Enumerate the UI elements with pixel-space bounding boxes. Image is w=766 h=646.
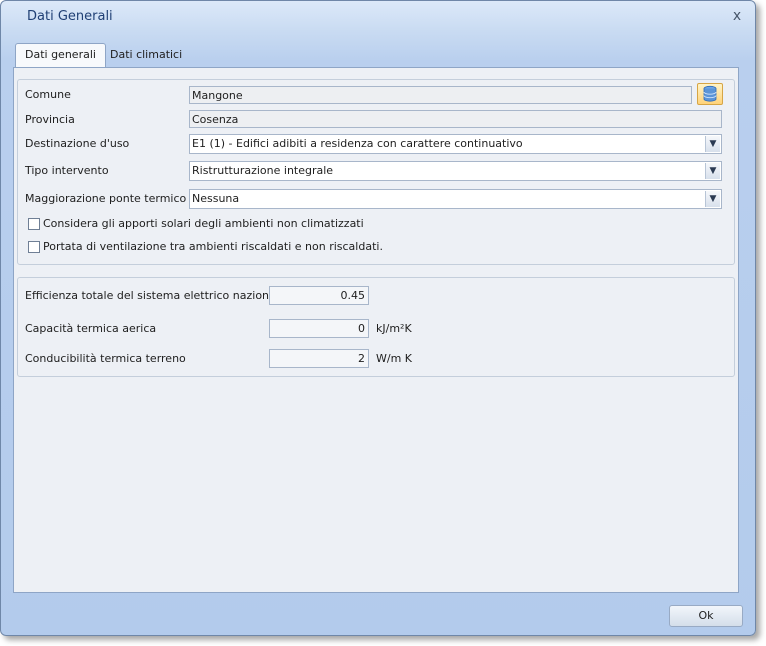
parameters-group: Efficienza totale del sistema elettrico … — [17, 277, 735, 377]
general-data-group: Comune Mangone Provincia Cosenza Destina… — [17, 79, 735, 265]
tipo-intervento-dropdown[interactable]: Ristrutturazione integrale ▼ — [189, 161, 722, 181]
capacita-input[interactable]: 0 — [269, 319, 369, 338]
tab-dati-climatici[interactable]: Dati climatici — [101, 44, 191, 66]
window-title: Dati Generali — [27, 9, 113, 24]
ok-button[interactable]: Ok — [669, 605, 743, 627]
chevron-down-icon[interactable]: ▼ — [705, 191, 720, 207]
capacita-unit: kJ/m²K — [376, 322, 412, 335]
tipo-intervento-label: Tipo intervento — [25, 164, 109, 177]
comune-label: Comune — [25, 88, 71, 101]
conducibilita-input[interactable]: 2 — [269, 349, 369, 368]
tipo-intervento-value: Ristrutturazione integrale — [192, 164, 334, 177]
destinazione-dropdown[interactable]: E1 (1) - Edifici adibiti a residenza con… — [189, 134, 722, 154]
maggiorazione-label: Maggiorazione ponte termico — [25, 192, 187, 205]
chevron-down-icon[interactable]: ▼ — [705, 136, 720, 152]
destinazione-label: Destinazione d'uso — [25, 137, 130, 150]
chevron-down-icon[interactable]: ▼ — [705, 163, 720, 179]
close-icon[interactable]: x — [729, 7, 745, 25]
conducibilita-unit: W/m K — [376, 352, 413, 365]
provincia-label: Provincia — [25, 113, 75, 126]
efficienza-input[interactable]: 0.45 — [269, 286, 369, 305]
tab-strip: Dati generali Dati climatici — [13, 41, 737, 68]
apporti-solari-checkbox[interactable] — [28, 218, 40, 230]
title-bar[interactable]: Dati Generali x — [1, 1, 755, 35]
provincia-field: Cosenza — [189, 110, 722, 128]
comune-field: Mangone — [189, 86, 692, 104]
destinazione-value: E1 (1) - Edifici adibiti a residenza con… — [192, 137, 523, 150]
dialog-window: Dati Generali x Dati generali Dati clima… — [0, 0, 756, 636]
conducibilita-label: Conducibilità termica terreno — [25, 352, 186, 365]
capacita-label: Capacità termica aerica — [25, 322, 157, 335]
maggiorazione-value: Nessuna — [192, 192, 240, 205]
database-icon — [703, 85, 717, 102]
select-comune-button[interactable] — [697, 83, 723, 105]
portata-ventilazione-checkbox[interactable] — [28, 241, 40, 253]
portata-ventilazione-label: Portata di ventilazione tra ambienti ris… — [43, 240, 383, 253]
apporti-solari-label: Considera gli apporti solari degli ambie… — [43, 217, 364, 230]
tab-dati-generali[interactable]: Dati generali — [15, 43, 106, 68]
maggiorazione-dropdown[interactable]: Nessuna ▼ — [189, 189, 722, 209]
tab-panel: Comune Mangone Provincia Cosenza Destina… — [13, 67, 739, 593]
efficienza-label: Efficienza totale del sistema elettrico … — [25, 289, 286, 302]
